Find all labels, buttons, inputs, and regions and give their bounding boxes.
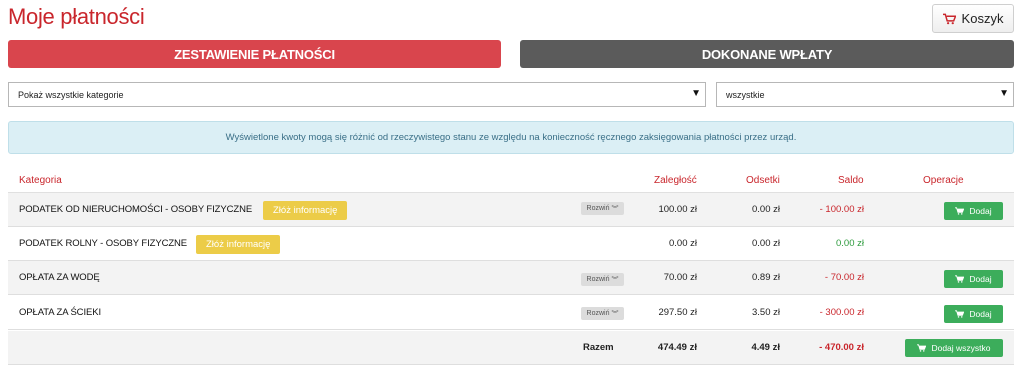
add-to-cart-button[interactable]: Dodaj [944,305,1003,323]
header-category: Kategoria [19,175,62,186]
row-category: PODATEK ROLNY - OSOBY FIZYCZNE [19,238,188,249]
table-row: OPŁATA ZA WODĘ Rozwiń ︾ 70.00 zł 0.89 zł … [8,261,1014,295]
page-title: Moje płatności [8,4,145,29]
row-balance: - 300.00 zł [819,307,864,318]
cart-icon [955,207,965,215]
status-select-value: wszystkie [726,89,765,100]
header-arrears: Zaległość [654,175,697,186]
table-row: PODATEK OD NIERUCHOMOŚCI - OSOBY FIZYCZN… [8,193,1014,227]
cart-icon [955,275,965,283]
header-operations: Operacje [923,175,964,186]
cart-icon [917,344,927,352]
row-interest: 0.00 zł [752,204,780,215]
dropdown-arrow-icon: ▼ [691,88,701,99]
row-balance: - 70.00 zł [824,272,864,283]
table-row: OPŁATA ZA ŚCIEKI Rozwiń ︾ 297.50 zł 3.50 … [8,296,1014,330]
total-interest: 4.49 zł [751,342,780,353]
total-label: Razem [583,342,614,353]
row-category: OPŁATA ZA ŚCIEKI [19,307,101,318]
row-interest: 0.89 zł [752,272,780,283]
cart-label: Koszyk [961,11,1004,26]
cart-icon [955,310,965,318]
add-to-cart-button[interactable]: Dodaj [944,202,1003,220]
status-select[interactable]: wszystkie ▼ [716,82,1014,107]
row-interest: 3.50 zł [752,307,780,318]
chevron-down-icon: ︾ [611,310,619,318]
row-interest: 0.00 zł [752,238,780,249]
expand-button[interactable]: Rozwiń ︾ [581,273,624,286]
submit-info-button[interactable]: Złóż informację [263,201,348,220]
add-all-button[interactable]: Dodaj wszystko [905,339,1003,357]
row-balance: 0.00 zł [836,238,864,249]
tab-payments-made[interactable]: DOKONANE WPŁATY [520,40,1014,68]
row-category: OPŁATA ZA WODĘ [19,272,100,283]
dropdown-arrow-icon: ▼ [999,88,1009,99]
total-arrears: 474.49 zł [657,342,697,353]
row-arrears: 297.50 zł [658,307,697,318]
tab-payment-summary[interactable]: ZESTAWIENIE PŁATNOŚCI [8,40,501,68]
info-alert-text: Wyświetlone kwoty mogą się różnić od rze… [225,132,797,143]
table-total-row: Razem 474.49 zł 4.49 zł - 470.00 zł Doda… [8,331,1014,365]
category-select[interactable]: Pokaż wszystkie kategorie ▼ [8,82,706,107]
table-row: PODATEK ROLNY - OSOBY FIZYCZNE Złóż info… [8,227,1014,261]
cart-icon [942,13,956,24]
expand-button[interactable]: Rozwiń ︾ [581,202,624,215]
add-to-cart-button[interactable]: Dodaj [944,270,1003,288]
header-balance: Saldo [838,175,864,186]
row-arrears: 0.00 zł [669,238,697,249]
row-arrears: 100.00 zł [658,204,697,215]
submit-info-button[interactable]: Złóż informację [196,235,281,254]
chevron-down-icon: ︾ [611,205,619,213]
expand-button[interactable]: Rozwiń ︾ [581,307,624,320]
chevron-down-icon: ︾ [611,276,619,284]
row-arrears: 70.00 zł [663,272,697,283]
header-interest: Odsetki [746,175,780,186]
info-alert: Wyświetlone kwoty mogą się różnić od rze… [8,121,1014,154]
row-balance: - 100.00 zł [819,204,864,215]
row-category: PODATEK OD NIERUCHOMOŚCI - OSOBY FIZYCZN… [19,204,253,215]
cart-button[interactable]: Koszyk [932,4,1014,33]
category-select-value: Pokaż wszystkie kategorie [18,89,124,100]
total-balance: - 470.00 zł [819,342,864,353]
